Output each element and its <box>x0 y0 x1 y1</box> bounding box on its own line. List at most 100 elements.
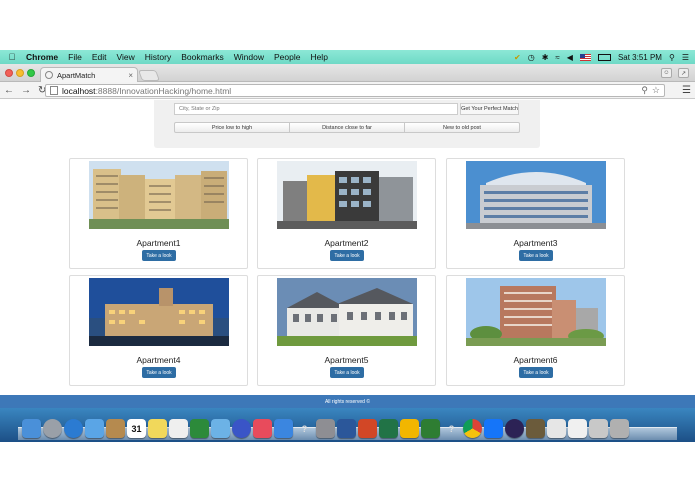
url-path: :8888/InnovationHacking/home.html <box>95 85 232 96</box>
mac-menubar:  Chrome File Edit View History Bookmark… <box>0 50 695 64</box>
new-tab-button[interactable] <box>137 70 161 81</box>
listing-card-4: Apartment4 Take a look <box>69 275 248 386</box>
reminders-icon[interactable] <box>169 419 188 438</box>
close-tab-icon[interactable]: × <box>128 71 133 80</box>
launchpad-icon[interactable] <box>43 419 62 438</box>
menu-help[interactable]: Help <box>310 52 327 62</box>
document-icon[interactable] <box>547 419 566 438</box>
listing-title-2: Apartment2 <box>324 238 369 248</box>
minimize-window-button[interactable] <box>16 69 24 77</box>
forward-arrow-icon[interactable]: → <box>21 85 31 96</box>
help-icon[interactable]: ? <box>295 419 314 438</box>
apartment-photo-5[interactable] <box>277 278 417 346</box>
take-a-look-button-2[interactable]: Take a look <box>330 250 364 261</box>
menu-app-chrome[interactable]: Chrome <box>26 52 58 62</box>
finder-icon[interactable] <box>22 419 41 438</box>
safari-icon[interactable] <box>64 419 83 438</box>
zoom-window-button[interactable] <box>27 69 35 77</box>
take-a-look-button-3[interactable]: Take a look <box>519 250 553 261</box>
notes-icon[interactable] <box>148 419 167 438</box>
fullscreen-icon[interactable]: ↗ <box>678 68 689 78</box>
listing-card-3: Apartment3 Take a look <box>446 158 625 269</box>
browser-tab-bar: ApartMatch × ☺ ↗ <box>0 64 695 82</box>
chrome-menu-icon[interactable]: ☰ <box>682 85 691 96</box>
word-icon[interactable] <box>337 419 356 438</box>
take-a-look-button-5[interactable]: Take a look <box>330 367 364 378</box>
music-icon[interactable] <box>253 419 272 438</box>
apple-menu-icon[interactable]:  <box>6 52 18 62</box>
menu-file[interactable]: File <box>68 52 82 62</box>
take-a-look-button-6[interactable]: Take a look <box>519 367 553 378</box>
trash-icon[interactable] <box>610 419 629 438</box>
menu-people[interactable]: People <box>274 52 300 62</box>
powerpoint-icon[interactable] <box>358 419 377 438</box>
volume-icon[interactable]: ◀ <box>567 53 573 62</box>
perfect-match-button[interactable]: Get Your Perfect Match <box>460 103 519 115</box>
address-bar[interactable]: localhost:8888/InnovationHacking/home.ht… <box>45 84 665 97</box>
battery-icon[interactable] <box>597 53 611 61</box>
sort-price-button[interactable]: Price low to high <box>175 123 290 132</box>
search-panel: Get Your Perfect Match Price low to high… <box>154 100 540 148</box>
mail-icon[interactable] <box>85 419 104 438</box>
blank-area <box>0 442 695 494</box>
menu-history[interactable]: History <box>145 52 171 62</box>
bookmark-star-icon[interactable]: ☆ <box>652 85 660 96</box>
excel-icon[interactable] <box>379 419 398 438</box>
itunes-icon[interactable] <box>232 419 251 438</box>
outlook-icon[interactable] <box>400 419 419 438</box>
back-arrow-icon[interactable]: ← <box>4 85 14 96</box>
sort-distance-button[interactable]: Distance close to far <box>290 123 405 132</box>
folder-icon[interactable] <box>589 419 608 438</box>
notification-center-icon[interactable]: ☰ <box>682 53 689 62</box>
close-window-button[interactable] <box>5 69 13 77</box>
search-zoom-icon[interactable]: ⚲ <box>641 85 648 96</box>
calendar-icon[interactable]: 31 <box>127 419 146 438</box>
menu-view[interactable]: View <box>116 52 134 62</box>
xcode-icon[interactable] <box>484 419 503 438</box>
sort-new-button[interactable]: New to old post <box>405 123 519 132</box>
apartment-photo-2[interactable] <box>277 161 417 229</box>
apartment-photo-3[interactable] <box>466 161 606 229</box>
apartment-photo-4[interactable] <box>89 278 229 346</box>
profile-icon[interactable]: ☺ <box>661 68 672 78</box>
tab-apartmatch[interactable]: ApartMatch × <box>40 67 138 82</box>
script-icon[interactable] <box>526 419 545 438</box>
location-search-input[interactable] <box>174 103 458 115</box>
norton-check-icon[interactable]: ✔ <box>514 53 521 62</box>
page-content: Get Your Perfect Match Price low to high… <box>0 100 695 395</box>
apartment-photo-1[interactable] <box>89 161 229 229</box>
window-extra-controls: ☺ ↗ <box>661 68 689 78</box>
status-area: ✔ ◷ ✱ ≈ ◀ Sat 3:51 PM ⚲ ☰ <box>514 53 689 62</box>
take-a-look-button-4[interactable]: Take a look <box>142 367 176 378</box>
listing-title-3: Apartment3 <box>513 238 558 248</box>
preview-icon[interactable] <box>211 419 230 438</box>
eclipse-icon[interactable] <box>505 419 524 438</box>
listing-title-5: Apartment5 <box>324 355 369 365</box>
app-store-icon[interactable] <box>274 419 293 438</box>
screenshot-icon[interactable] <box>568 419 587 438</box>
system-preferences-icon[interactable] <box>316 419 335 438</box>
facetime-icon[interactable] <box>190 419 209 438</box>
listing-card-1: Apartment1 Take a look <box>69 158 248 269</box>
menubar-clock[interactable]: Sat 3:51 PM <box>618 53 662 62</box>
menu-bookmarks[interactable]: Bookmarks <box>181 52 224 62</box>
listing-title-4: Apartment4 <box>136 355 181 365</box>
time-machine-icon[interactable]: ◷ <box>528 53 535 62</box>
dock: 31?? <box>22 416 677 438</box>
spotlight-search-icon[interactable]: ⚲ <box>669 53 675 62</box>
page-info-icon[interactable] <box>50 86 58 95</box>
bluetooth-icon[interactable]: ✱ <box>542 53 549 62</box>
us-flag-icon[interactable] <box>579 53 591 61</box>
help-icon[interactable]: ? <box>442 419 461 438</box>
menu-edit[interactable]: Edit <box>92 52 107 62</box>
take-a-look-button-1[interactable]: Take a look <box>142 250 176 261</box>
screen:  Chrome File Edit View History Bookmark… <box>0 0 695 494</box>
menu-window[interactable]: Window <box>234 52 264 62</box>
tab-title: ApartMatch <box>57 70 96 80</box>
download-icon[interactable] <box>421 419 440 438</box>
chrome-icon[interactable] <box>463 419 482 438</box>
wifi-icon[interactable]: ≈ <box>555 53 559 62</box>
apartment-photo-6[interactable] <box>466 278 606 346</box>
contacts-icon[interactable] <box>106 419 125 438</box>
window-controls <box>5 69 35 77</box>
